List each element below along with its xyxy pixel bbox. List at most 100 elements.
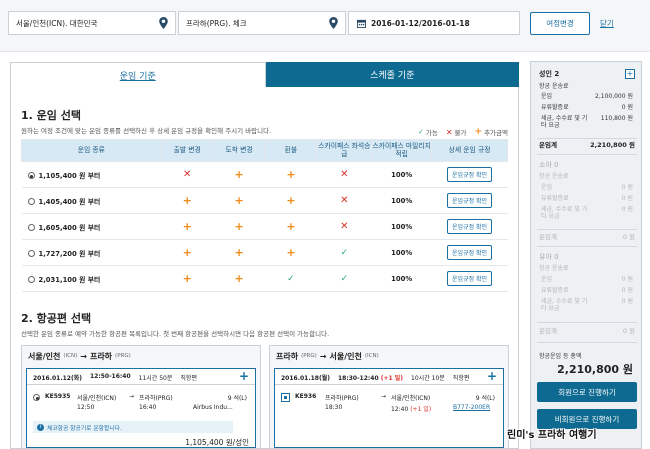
fare-price: 1,105,400 원 부터 — [38, 171, 101, 180]
infant-row: 운임 0 원 — [541, 276, 633, 283]
cell-departure-change: + — [161, 239, 214, 266]
fare-price: 2,031,100 원 부터 — [38, 275, 101, 284]
fare-rule-button[interactable]: 운임규정 확인 — [447, 193, 493, 208]
legend: ✓ 가능 ✕ 불가 + 추가금액 — [418, 127, 508, 137]
date-value: 2016-01-12/2016-01-18 — [371, 18, 470, 28]
fare-summary-panel: 성인 2 + 항공 운송료 운임 2,100,000 원 유류할증료 0 원 세금,… — [530, 61, 642, 449]
child-count: 소아 0 — [539, 161, 559, 169]
search-bar: 서울/인천(ICN). 대한민국 프라하(PRG). 체크 2016-01-12… — [0, 0, 650, 52]
cell-mileage: 100% — [371, 213, 432, 240]
inbound-flight-card[interactable]: 2016.01.18(월) 18:30-12:40 (+1 일) 10시간 10… — [274, 368, 504, 448]
cell-rule: 운임규정 확인 — [431, 265, 508, 292]
origin-field[interactable]: 서울/인천(ICN). 대한민국 — [8, 11, 176, 35]
flight-number: KE936 — [295, 393, 317, 400]
fare-radio[interactable] — [27, 276, 35, 283]
fare-rule-button[interactable]: 운임규정 확인 — [447, 245, 493, 260]
fare-row[interactable]: 1,405,400 원 부터 + + + ✕ 100% 운임규정 확인 — [21, 187, 508, 214]
expand-plus-icon[interactable]: + — [625, 69, 635, 79]
tab-schedule-basis[interactable]: 스케줄 기준 — [265, 62, 519, 87]
plus-icon: + — [182, 194, 192, 207]
plus-icon: + — [286, 168, 296, 181]
fare-section-description: 원하는 여정 조건에 맞는 운임 종류를 선택하신 후 상세 운임 규정을 확인… — [21, 127, 272, 135]
divider — [537, 322, 637, 323]
member-proceed-button[interactable]: 회원으로 진행하기 — [537, 382, 637, 402]
plus-icon: + — [182, 220, 192, 233]
plus-icon: + — [234, 246, 244, 259]
arrow-right-icon: → — [129, 393, 135, 400]
location-pin-icon — [329, 17, 338, 29]
fare-radio[interactable] — [27, 250, 35, 257]
plus-icon: + — [182, 272, 192, 285]
legend-label: 추가금액 — [484, 129, 508, 137]
destination-field[interactable]: 프라하(PRG). 체크 — [178, 11, 346, 35]
fare-section-title: 1. 운임 선택 — [21, 109, 81, 122]
fare-rule-button[interactable]: 운임규정 확인 — [447, 271, 493, 286]
main-panel: 1. 운임 선택 원하는 여정 조건에 맞는 운임 종류를 선택하신 후 상세 … — [10, 87, 519, 449]
info-icon: i — [37, 423, 44, 431]
arrival-place: 서울/인천(ICN) — [391, 395, 431, 402]
cell-departure-change: + — [161, 213, 214, 240]
cell-rule: 운임규정 확인 — [431, 239, 508, 266]
infant-row: 유류할증료 0 원 — [541, 287, 633, 294]
fare-cell[interactable]: 1,105,400 원 부터 — [21, 161, 162, 188]
departure-place: 서울/인천(ICN) — [77, 395, 117, 402]
aircraft-link[interactable]: B777-200ER — [453, 404, 490, 411]
fare-radio[interactable] — [27, 224, 35, 231]
cross-icon: ✕ — [340, 169, 349, 180]
calendar-icon — [357, 19, 366, 28]
expand-plus-icon[interactable]: + — [239, 369, 249, 383]
cell-upgrade: ✕ — [316, 213, 372, 240]
grand-total: 2,210,800 원 — [557, 363, 633, 376]
col-arrival-change: 도착 변경 — [212, 139, 266, 162]
arrival-place: 프라하(PRG) — [139, 395, 173, 402]
fare-price: 1,405,400 원 부터 — [38, 197, 101, 206]
divider — [537, 138, 637, 139]
fare-row[interactable]: 1,727,200 원 부터 + + + ✓ 100% 운임규정 확인 — [21, 239, 508, 266]
cell-mileage: 100% — [371, 187, 432, 214]
close-link[interactable]: 닫기 — [600, 18, 614, 29]
legend-label: 불가 — [454, 129, 467, 137]
change-itinerary-button[interactable]: 여정변경 — [530, 12, 590, 35]
mileage-percent: 100% — [391, 222, 413, 231]
operator: Airbus Indu... — [193, 404, 233, 411]
plus-icon: + — [182, 246, 192, 259]
divider — [537, 342, 637, 343]
check-icon: ✓ — [287, 273, 295, 284]
plus-icon: + — [286, 246, 296, 259]
col-fare-rules: 상세 운임 규정 — [431, 139, 508, 162]
outbound-price: 1,105,400 원/성인 — [185, 438, 249, 447]
fare-rule-button[interactable]: 운임규정 확인 — [447, 167, 493, 182]
cell-upgrade: ✕ — [316, 161, 372, 188]
divider — [275, 384, 503, 385]
fare-cell[interactable]: 1,605,400 원 부터 — [21, 213, 162, 240]
child-row: 운임 0 원 — [541, 184, 633, 191]
grand-total-label: 항공운임 등 총액 — [539, 353, 582, 360]
cell-departure-change: + — [161, 187, 214, 214]
cell-arrival-change: + — [213, 187, 265, 214]
arrow-right-icon: → — [80, 351, 87, 361]
fare-row[interactable]: 1,105,400 원 부터 ✕ + + ✕ 100% 운임규정 확인 — [21, 161, 508, 188]
watermark-text: 린미's 프라하 여행기 — [507, 430, 597, 441]
plus-icon: + — [286, 194, 296, 207]
fare-cell[interactable]: 2,031,100 원 부터 — [21, 265, 162, 292]
inbound-flight-checkbox[interactable] — [281, 393, 290, 402]
cell-rule: 운임규정 확인 — [431, 213, 508, 240]
fare-row[interactable]: 2,031,100 원 부터 + + ✓ ✓ 100% 운임규정 확인 — [21, 265, 508, 292]
fare-row[interactable]: 1,605,400 원 부터 + + + ✕ 100% 운임규정 확인 — [21, 213, 508, 240]
fare-radio[interactable] — [27, 198, 35, 205]
outbound-flight-card[interactable]: 2016.01.12(화) 12:50-16:40 11시간 50분 직항편 +… — [26, 368, 256, 448]
fare-radio[interactable] — [27, 172, 35, 179]
inbound-flight-row: KE936 프라하(PRG) 18:30 → 서울/인천(ICN) 12:40 … — [281, 391, 501, 415]
adult-row: 운임 2,100,000 원 — [541, 93, 633, 100]
fare-rule-button[interactable]: 운임규정 확인 — [447, 219, 493, 234]
expand-plus-icon[interactable]: + — [487, 369, 497, 383]
fare-cell[interactable]: 1,727,200 원 부터 — [21, 239, 162, 266]
outbound-flight-radio[interactable] — [33, 394, 40, 401]
fare-table-header: 운임 종류 출발 변경 도착 변경 환불 스카이패스 좌석승급 스카이패스 마일… — [21, 139, 508, 162]
col-refund: 환불 — [264, 139, 318, 162]
legend-unavailable: ✕ 불가 — [446, 127, 467, 138]
outbound-flight-row: KE5935 서울/인천(ICN) 12:50 → 프라하(PRG) 16:40… — [33, 391, 253, 415]
date-field[interactable]: 2016-01-12/2016-01-18 — [348, 11, 520, 35]
tab-fare-basis[interactable]: 운임 기준 — [10, 62, 266, 87]
fare-cell[interactable]: 1,405,400 원 부터 — [21, 187, 162, 214]
